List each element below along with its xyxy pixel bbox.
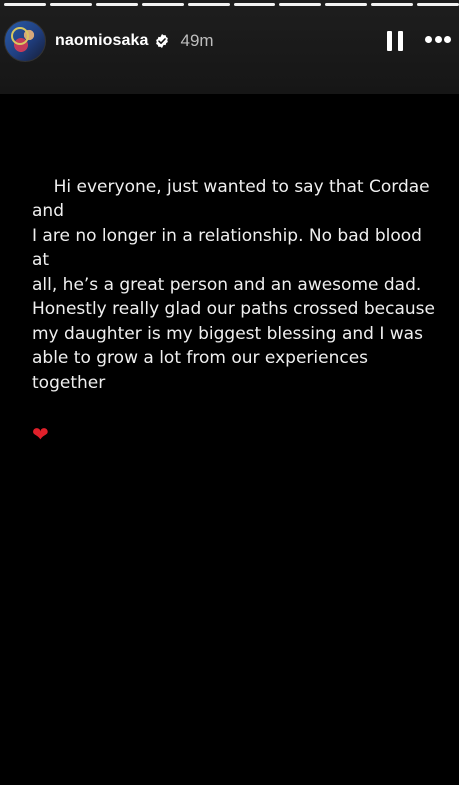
story-timestamp: 49m <box>180 31 214 50</box>
progress-segment <box>141 3 184 6</box>
progress-segment <box>4 3 46 6</box>
progress-segment <box>49 3 92 6</box>
progress-segment <box>233 3 276 6</box>
story-top-bar: naomiosaka 49m <box>0 0 459 94</box>
dot <box>434 36 442 43</box>
more-options-icon[interactable] <box>425 36 451 44</box>
pause-bar <box>398 31 403 51</box>
progress-segment <box>279 3 322 6</box>
dot <box>425 36 432 43</box>
username[interactable]: naomiosaka <box>55 32 148 50</box>
verified-badge-icon <box>156 34 169 48</box>
progress-segment <box>325 3 368 6</box>
story-content[interactable]: Hi everyone, just wanted to say that Cor… <box>0 94 459 785</box>
progress-segment <box>95 3 138 6</box>
story-text: Hi everyone, just wanted to say that Cor… <box>32 176 435 393</box>
story-text-block: Hi everyone, just wanted to say that Cor… <box>32 150 442 496</box>
story-header: naomiosaka 49m <box>4 20 459 62</box>
dot <box>444 36 451 43</box>
progress-segment <box>371 3 414 6</box>
heart-emoji-icon: ❤ <box>32 421 49 446</box>
progress-segment <box>417 3 459 6</box>
pause-icon[interactable] <box>387 31 403 51</box>
story-progress-bar <box>4 3 459 6</box>
avatar[interactable] <box>4 20 46 62</box>
progress-segment <box>187 3 230 6</box>
pause-bar <box>387 31 392 51</box>
